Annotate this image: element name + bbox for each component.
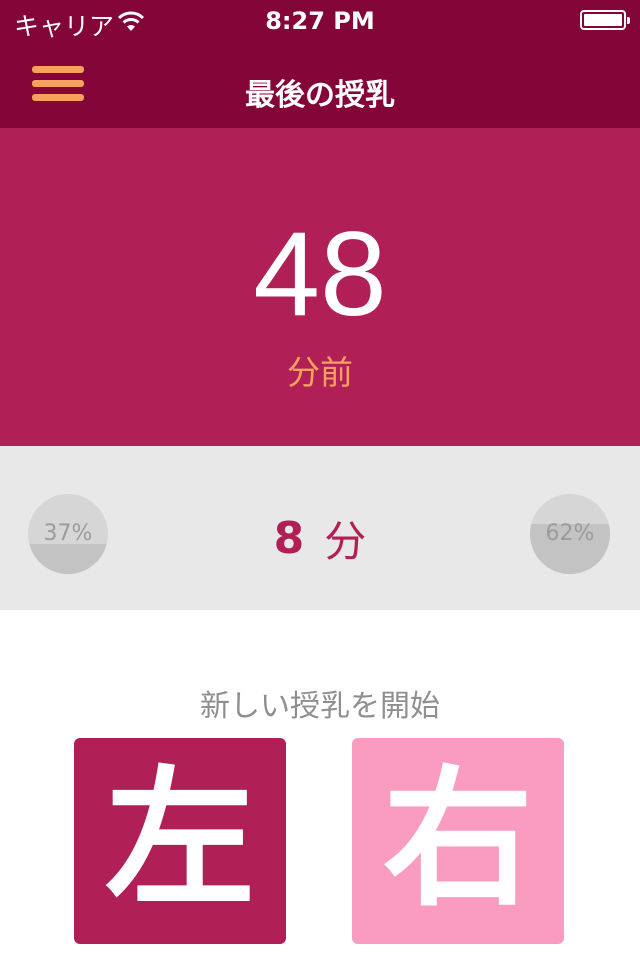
start-feeding-label: 新しい授乳を開始 <box>200 689 440 724</box>
duration-value: 8 <box>273 513 305 564</box>
left-button-label: 左 <box>104 753 255 927</box>
navigation-bar: キャリア 8:27 PM 最後の授乳 <box>0 0 640 128</box>
battery-level <box>584 14 622 26</box>
right-side-percent-chart: 62% <box>530 494 610 574</box>
last-feeding-panel: 48 分前 <box>0 128 640 446</box>
page-title: 最後の授乳 <box>245 78 395 113</box>
minutes-ago-unit: 分前 <box>287 353 353 392</box>
status-bar: キャリア 8:27 PM <box>0 0 640 41</box>
status-time: 8:27 PM <box>265 7 375 35</box>
start-left-button[interactable]: 左 <box>74 738 286 944</box>
right-button-label: 右 <box>382 753 533 927</box>
battery-icon <box>580 10 630 30</box>
minutes-ago-value: 48 <box>253 207 387 341</box>
battery-nub <box>627 17 630 24</box>
duration-unit: 分 <box>324 517 367 566</box>
start-right-button[interactable]: 右 <box>352 738 564 944</box>
feeding-stats-panel: 37% 8分 62% <box>0 446 640 610</box>
right-percent-label: 62% <box>545 521 595 546</box>
